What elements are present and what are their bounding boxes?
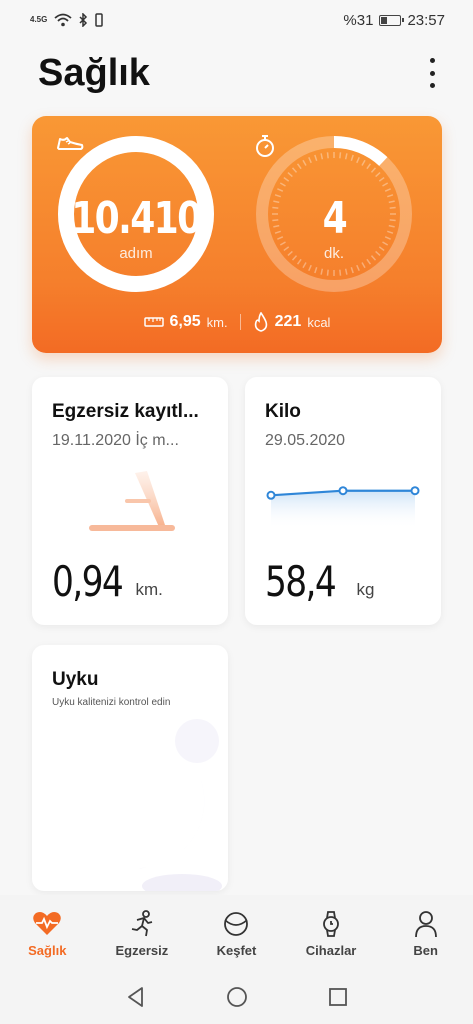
exercise-date: 19.11.2020 İç m... (52, 432, 179, 449)
watch-icon (320, 907, 342, 941)
stat-divider (239, 314, 241, 330)
heart-pulse-icon (32, 907, 62, 941)
calories-value: 221 (274, 313, 302, 330)
active-minutes-ring[interactable]: 4 dk. (254, 134, 414, 294)
network-type: 4.5G (30, 15, 48, 24)
recents-icon[interactable] (328, 987, 348, 1007)
distance-unit: km. (206, 314, 228, 330)
flame-icon (254, 312, 267, 332)
bottom-nav: Sağlık Egzersiz Keşfet Cihazlar Ben (0, 895, 473, 970)
weight-area (271, 490, 415, 529)
nav-ben-label: Ben (413, 943, 438, 958)
active-minutes-value: 4 (322, 192, 347, 244)
person-icon (414, 907, 438, 941)
vibrate-icon (95, 13, 103, 27)
weight-trend-chart (266, 486, 420, 529)
sleep-card[interactable]: Uyku Uyku kalitenizi kontrol edin (32, 645, 228, 891)
back-icon[interactable] (126, 986, 146, 1008)
home-icon[interactable] (226, 986, 248, 1008)
battery-percent: %31 (343, 11, 374, 29)
weight-point (410, 486, 420, 496)
exercise-title: Egzersiz kayıtl... (52, 401, 199, 422)
nav-kesfet-label: Keşfet (216, 943, 257, 958)
sleep-title: Uyku (52, 669, 99, 690)
calories-stat: 221 kcal (253, 312, 331, 332)
explore-icon (222, 907, 250, 941)
nav-saglik[interactable]: Sağlık (7, 907, 87, 958)
treadmill-icon (89, 471, 175, 531)
active-minutes-unit: dk. (323, 244, 344, 262)
clock: 23:57 (407, 11, 445, 29)
steps-value: 10.410 (71, 192, 202, 244)
steps-unit: adım (119, 244, 153, 262)
distance-stat: 6,95 km. (143, 313, 228, 331)
nav-cihazlar-label: Cihazlar (305, 943, 357, 958)
nav-egzersiz-label: Egzersiz (115, 943, 169, 958)
battery-icon (379, 14, 405, 26)
exercise-distance-value: 0,94 (52, 557, 124, 606)
activity-card[interactable]: 10.410 adım 4 dk. 6,95 km. 221 kcal (32, 116, 442, 353)
page-title: Sağlık (38, 52, 150, 94)
weight-unit: kg (356, 580, 375, 599)
steps-ring[interactable]: 10.410 adım (56, 134, 216, 294)
weight-card[interactable]: Kilo 29.05.2020 58,4 kg (245, 377, 441, 625)
nav-ben[interactable]: Ben (386, 907, 466, 958)
exercise-distance-unit: km. (135, 580, 163, 599)
calories-unit: kcal (307, 314, 331, 330)
moon-icon (92, 719, 222, 891)
distance-value: 6,95 (169, 313, 201, 330)
weight-point (266, 490, 276, 500)
running-icon (129, 907, 155, 941)
nav-saglik-label: Sağlık (28, 943, 67, 958)
nav-kesfet[interactable]: Keşfet (196, 907, 276, 958)
ruler-icon (143, 317, 164, 327)
bluetooth-icon (79, 13, 88, 27)
nav-egzersiz[interactable]: Egzersiz (102, 907, 182, 958)
weight-date: 29.05.2020 (265, 432, 346, 449)
weight-value: 58,4 (265, 557, 337, 606)
weight-point (338, 486, 348, 496)
wifi-icon (54, 13, 72, 27)
system-nav-bar (0, 970, 473, 1024)
status-bar: 4.5G %31 23:57 (0, 0, 473, 40)
more-vert-icon[interactable] (427, 58, 437, 88)
exercise-card[interactable]: Egzersiz kayıtl... 19.11.2020 İç m... 0,… (32, 377, 228, 625)
weight-title: Kilo (265, 401, 301, 422)
nav-cihazlar[interactable]: Cihazlar (291, 907, 371, 958)
